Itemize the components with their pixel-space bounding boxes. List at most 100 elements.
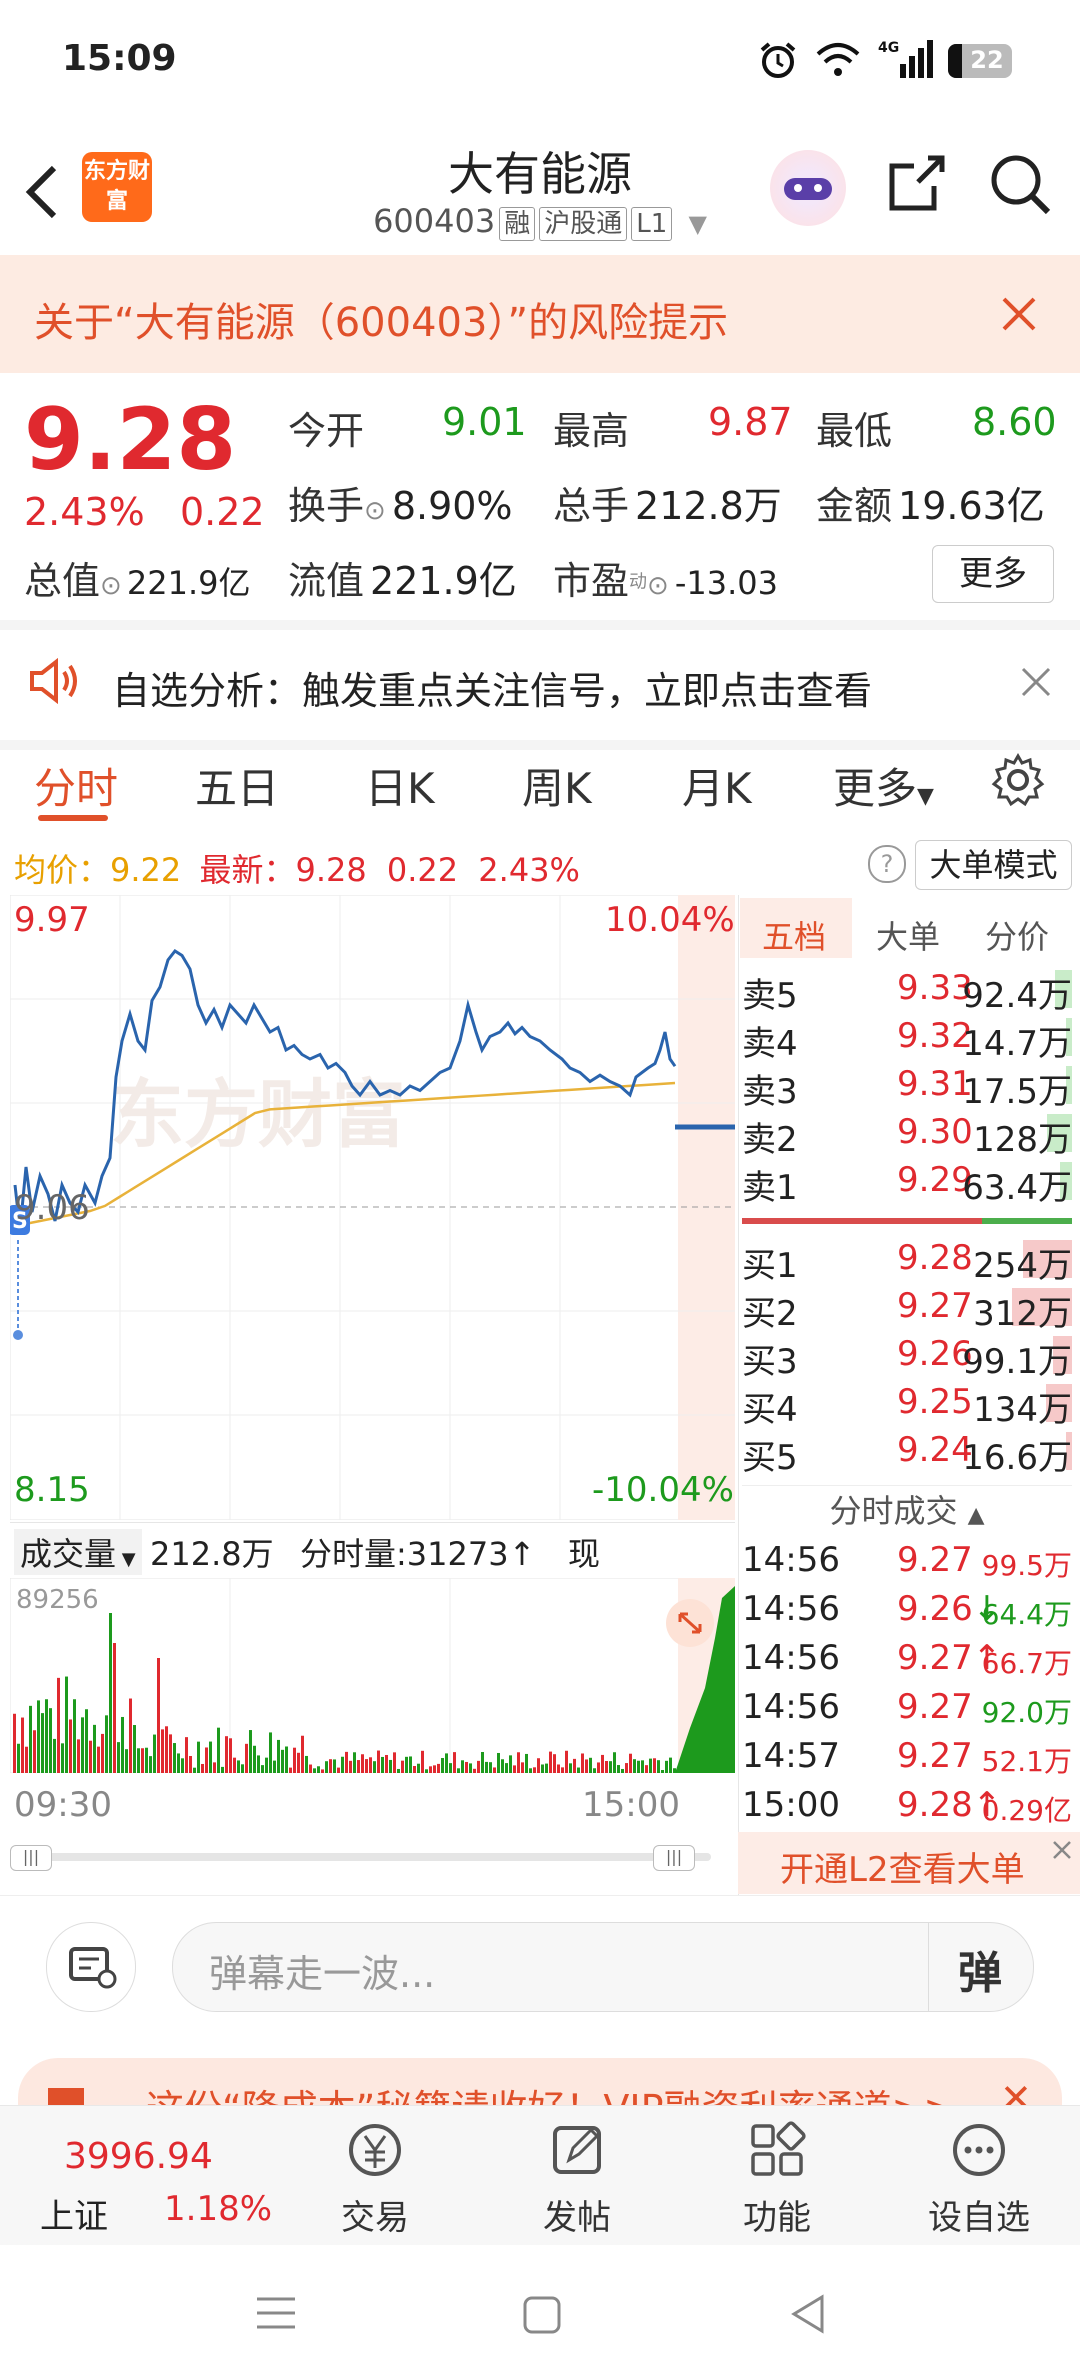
- volume-bar: [633, 1759, 636, 1773]
- nav-functions[interactable]: 功能: [702, 2118, 852, 2239]
- y-axis-mid: 9.06: [14, 1188, 90, 1228]
- volume-bar: [21, 1717, 24, 1773]
- nav-trade[interactable]: 交易: [300, 2118, 450, 2239]
- back-icon[interactable]: [788, 2293, 828, 2335]
- orderbook-tab-price[interactable]: 分价: [985, 912, 1049, 958]
- low-label: 最低: [816, 409, 893, 453]
- turnover: 换手⊙ 8.90%: [288, 484, 513, 528]
- pct-axis-low: -10.04%: [592, 1470, 734, 1510]
- volume-bar: [241, 1764, 244, 1773]
- order-volume: 254万: [973, 1246, 1072, 1286]
- close-icon[interactable]: [1050, 1838, 1074, 1862]
- volume-bar: [621, 1768, 624, 1773]
- volume-bar: [577, 1767, 580, 1773]
- promo-banner[interactable]: 这份“降成本”秘籍请收好！VIP融资利率通道>> ✕: [18, 2058, 1062, 2108]
- trade-price: 9.27: [897, 1687, 973, 1727]
- high-value: 9.87: [708, 400, 793, 444]
- volume-bar: [481, 1751, 484, 1773]
- volume-bar: [389, 1759, 392, 1773]
- volume-bar: [533, 1767, 536, 1773]
- range-handle-left[interactable]: |||: [10, 1845, 52, 1871]
- tab-monthly-k[interactable]: 月K: [682, 755, 752, 816]
- trade-time: 14:56: [742, 1687, 840, 1727]
- menu-icon[interactable]: [255, 2295, 297, 2331]
- volume-bar: [441, 1758, 444, 1773]
- intraday-price-chart[interactable]: 东方财富 S: [10, 895, 735, 1520]
- volume-bar: [605, 1761, 608, 1773]
- speaker-icon: [30, 658, 77, 704]
- sell-order-row: 卖4 9.32 14.7万: [742, 1012, 1072, 1064]
- volume-bar: [13, 1713, 16, 1773]
- close-icon[interactable]: [998, 293, 1040, 335]
- volume-bar: [289, 1767, 292, 1773]
- volume-bar: [89, 1740, 92, 1773]
- volume-bar: [53, 1738, 56, 1773]
- price-info-line: 均价：9.22 最新：9.28 0.22 2.43%: [14, 851, 580, 889]
- volume-bar: [625, 1763, 628, 1773]
- volume-bar: [33, 1730, 36, 1773]
- volume-bar: [133, 1725, 136, 1773]
- order-label: 买5: [742, 1438, 798, 1478]
- bid-ask-ratio-bar: [742, 1218, 1072, 1224]
- danmu-toggle-button[interactable]: 弹: [958, 1937, 1002, 2001]
- volume-bar: [297, 1752, 300, 1773]
- volume-selector[interactable]: 成交量 ▼: [14, 1529, 142, 1575]
- risk-banner[interactable]: 关于“大有能源（600403）”的风险提示: [0, 255, 1080, 373]
- message-list-icon[interactable]: [46, 1922, 136, 2012]
- volume-bar: [25, 1746, 28, 1773]
- home-icon[interactable]: [522, 2295, 562, 2335]
- volume-bar: [61, 1743, 64, 1773]
- volume-bar: [665, 1760, 668, 1773]
- signal-bar[interactable]: 自选分析：触发重点关注信号，立即点击查看: [0, 620, 1080, 750]
- volume-bar: [117, 1742, 120, 1773]
- volume-bar: [373, 1761, 376, 1773]
- settings-gear-icon[interactable]: [990, 752, 1046, 808]
- trades-title[interactable]: 分时成交 ▲: [742, 1485, 1072, 1536]
- tab-weekly-k[interactable]: 周K: [522, 755, 592, 816]
- volume-bar: [545, 1763, 548, 1773]
- close-icon[interactable]: ✕: [1000, 2076, 1032, 2108]
- range-scrollbar[interactable]: ||| |||: [10, 1845, 735, 1871]
- volume-bar: [525, 1753, 528, 1773]
- buy-order-row: 买3 9.26 99.1万: [742, 1330, 1072, 1382]
- big-order-mode-button[interactable]: 大单模式: [915, 840, 1072, 890]
- help-icon[interactable]: ?: [868, 845, 906, 883]
- trade-volume: 64.4万: [981, 1598, 1072, 1631]
- volume-bar: [333, 1759, 336, 1773]
- volume-bar: [93, 1724, 96, 1773]
- tab-daily-k[interactable]: 日K: [365, 755, 435, 816]
- danmu-input[interactable]: 弹幕走一波... 弹: [172, 1922, 1034, 2012]
- volume-bar: [329, 1759, 332, 1773]
- order-label: 买2: [742, 1294, 798, 1334]
- share-icon[interactable]: [884, 152, 948, 216]
- l2-upgrade-banner[interactable]: 开通L2查看大单: [738, 1832, 1080, 1894]
- orderbook-tab-five[interactable]: 五档: [762, 912, 826, 958]
- robot-avatar-icon[interactable]: [770, 150, 846, 226]
- range-handle-right[interactable]: |||: [653, 1845, 695, 1871]
- close-icon[interactable]: [1018, 664, 1054, 700]
- volume-bar: [65, 1676, 68, 1773]
- nav-add-watchlist[interactable]: 设自选: [904, 2118, 1054, 2239]
- volume-bar: [173, 1743, 176, 1773]
- search-icon[interactable]: [988, 152, 1054, 218]
- signal-text: 自选分析：触发重点关注信号，立即点击查看: [112, 669, 873, 713]
- volume-bar: [353, 1752, 356, 1773]
- tab-intraday[interactable]: 分时: [34, 755, 118, 816]
- nav-post[interactable]: 发帖: [502, 2118, 652, 2239]
- trade-row: 14:56 9.26↓ 64.4万: [742, 1589, 1072, 1639]
- order-volume: 16.6万: [962, 1438, 1072, 1478]
- tab-five-day[interactable]: 五日: [195, 755, 279, 816]
- orderbook-tab-big[interactable]: 大单: [876, 912, 940, 958]
- volume-chart[interactable]: 89256: [10, 1578, 735, 1773]
- volume-bar: [661, 1769, 664, 1773]
- open-value: 9.01: [442, 400, 527, 444]
- volume-bar: [157, 1658, 160, 1773]
- volume-bar: [573, 1758, 576, 1773]
- more-quote-button[interactable]: 更多: [932, 545, 1054, 603]
- trade-volume: 52.1万: [981, 1745, 1072, 1778]
- market-index[interactable]: 3996.94 上证 1.18%: [30, 2114, 280, 2237]
- volume-bar: [245, 1743, 248, 1773]
- tab-more[interactable]: 更多▼: [833, 755, 934, 816]
- amount: 金额 19.63亿: [816, 484, 1045, 528]
- volume-bar: [49, 1708, 52, 1773]
